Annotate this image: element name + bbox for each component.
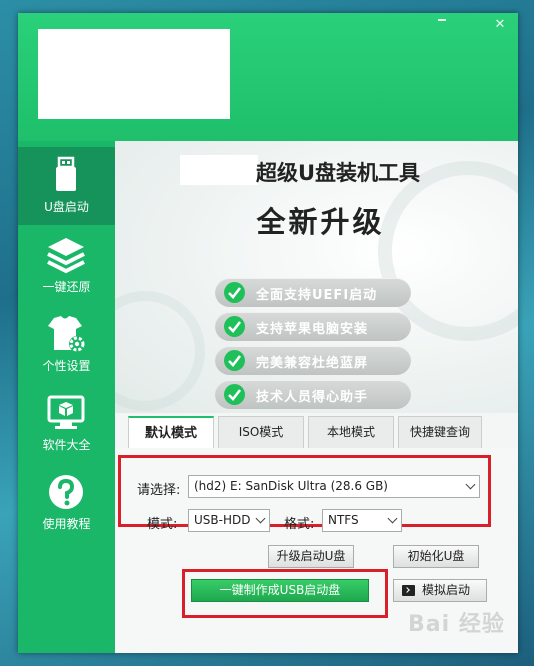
monitor-box-icon	[47, 395, 85, 429]
feature-pill: 全面支持UEFI启动	[215, 278, 411, 307]
mode-label: 模式:	[147, 517, 178, 532]
format-label: 格式:	[284, 517, 315, 532]
chevron-down-icon	[387, 513, 398, 524]
check-icon	[224, 316, 245, 337]
feature-text: 技术人员得心助手	[256, 390, 369, 405]
sidebar-item-software[interactable]: 软件大全	[18, 385, 115, 463]
logo-placeholder	[38, 29, 230, 119]
banner-decoration	[115, 291, 205, 411]
sidebar-item-tutorial[interactable]: 使用教程	[18, 464, 115, 542]
feature-text: 全面支持UEFI启动	[256, 288, 378, 303]
tab-hotkey-lookup[interactable]: 快捷键查询	[398, 416, 482, 449]
close-button[interactable]: ✕	[490, 15, 510, 35]
promo-banner: 超级U盘装机工具 全新升级 全面支持UEFI启动 支持苹果电脑安装 完美兼容杜绝…	[115, 141, 518, 413]
format-select-value: NTFS	[328, 513, 359, 527]
tshirt-gear-icon	[48, 316, 85, 352]
terminal-icon	[402, 585, 415, 596]
feature-pill: 技术人员得心助手	[215, 380, 411, 409]
sidebar-item-usb-boot[interactable]: U盘启动	[18, 147, 115, 225]
device-select[interactable]: (hd2) E: SanDisk Ultra (28.6 GB)	[188, 475, 480, 498]
tab-local-mode[interactable]: 本地模式	[308, 416, 394, 449]
sidebar-item-label: 一键还原	[42, 280, 91, 294]
sidebar-item-label: U盘启动	[44, 200, 89, 214]
check-icon	[224, 282, 245, 303]
feature-pill: 完美兼容杜绝蓝屏	[215, 346, 411, 375]
app-window: ✕ U盘启动 一键还原 个性设置 软件大全 使用教程 超级U盘装机工具 全新升级…	[18, 13, 518, 653]
mode-select-value: USB-HDD	[194, 513, 251, 527]
simulate-boot-button[interactable]: 模拟启动	[393, 579, 487, 602]
simulate-boot-label: 模拟启动	[422, 583, 471, 597]
tab-default-mode[interactable]: 默认模式	[128, 416, 214, 449]
chevron-down-icon	[465, 479, 476, 490]
upgrade-usb-button[interactable]: 升级启动U盘	[268, 545, 354, 568]
usb-drive-icon	[56, 156, 76, 191]
sidebar: U盘启动 一键还原 个性设置 软件大全 使用教程	[18, 141, 115, 653]
banner-title: 超级U盘装机工具	[256, 161, 421, 185]
feature-text: 支持苹果电脑安装	[256, 322, 369, 337]
device-label: 请选择:	[137, 483, 181, 498]
device-select-value: (hd2) E: SanDisk Ultra (28.6 GB)	[194, 479, 388, 493]
feature-text: 完美兼容杜绝蓝屏	[256, 356, 369, 371]
check-icon	[224, 384, 245, 405]
chevron-down-icon	[255, 513, 266, 524]
format-select[interactable]: NTFS	[322, 509, 402, 532]
minimize-button[interactable]	[432, 15, 452, 23]
sidebar-item-label: 个性设置	[42, 359, 91, 373]
make-usb-boot-button[interactable]: 一键制作成USB启动盘	[191, 579, 369, 602]
question-icon	[49, 475, 83, 509]
sidebar-item-label: 使用教程	[42, 517, 91, 531]
check-icon	[224, 350, 245, 371]
layers-icon	[47, 238, 85, 274]
sidebar-item-restore[interactable]: 一键还原	[18, 227, 115, 305]
mode-tabs: 默认模式 ISO模式 本地模式 快捷键查询	[115, 413, 518, 449]
feature-pill: 支持苹果电脑安装	[215, 312, 411, 341]
brand-name-mask	[180, 155, 258, 185]
sidebar-item-personalize[interactable]: 个性设置	[18, 306, 115, 384]
title-bar: ✕	[18, 13, 518, 141]
baidu-watermark: Bai 经验	[408, 612, 505, 637]
tab-iso-mode[interactable]: ISO模式	[218, 416, 304, 449]
sidebar-item-label: 软件大全	[42, 438, 91, 452]
mode-select[interactable]: USB-HDD	[188, 509, 270, 532]
banner-subtitle: 全新升级	[256, 205, 385, 239]
init-usb-button[interactable]: 初始化U盘	[393, 545, 479, 568]
